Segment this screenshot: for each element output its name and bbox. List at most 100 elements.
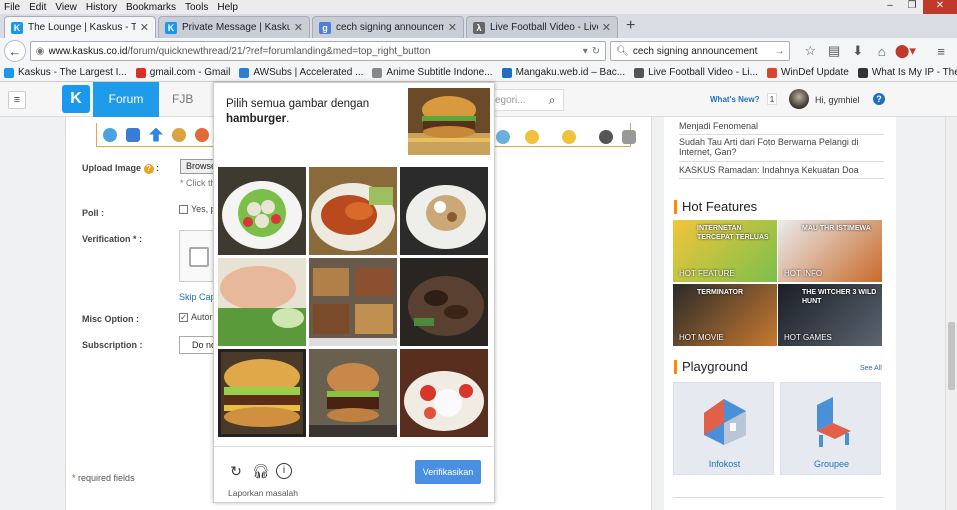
back-button[interactable]: ← [4,40,26,62]
report-problem-link[interactable]: Laporkan masalah [228,488,298,498]
address-bar[interactable]: ◉ www.kaskus.co.id/forum/quicknewthread/… [29,41,607,61]
captcha-tile-hamburger-2[interactable] [309,349,397,437]
captcha-tile-burrata-plate[interactable] [400,349,488,437]
captcha-tile-chicken-stew[interactable] [309,167,397,255]
category-select[interactable]: egori... [495,95,526,106]
tab-title: cech signing announceme... [336,22,444,33]
camera-icon[interactable] [622,130,636,144]
captcha-instruction: Pilih semua gambar dengan hamburger. [226,98,370,125]
reload-icon[interactable]: ↻ [592,46,600,57]
close-tab-icon[interactable]: ✕ [294,21,303,34]
kaskus-search[interactable]: egori... ⌕ [490,89,564,111]
notification-badge[interactable]: 1 [767,93,777,105]
menu-history[interactable]: History [86,2,117,13]
menu-view[interactable]: View [55,2,77,13]
playground-infokost[interactable]: Infokost [673,382,774,475]
verify-button[interactable]: Verifikasikan [415,460,481,484]
home-icon[interactable]: ⌂ [870,44,894,59]
see-all-link[interactable]: See All [860,365,882,372]
close-tab-icon[interactable]: ✕ [140,21,149,34]
cake-icon[interactable] [172,127,186,142]
help-icon[interactable]: ? [143,164,154,174]
hot-feature-tile[interactable]: TERMINATOR HOT MOVIE [673,284,777,346]
tab-live-football[interactable]: λ Live Football Video - Live S... ✕ [466,16,618,38]
page-scrollbar[interactable] [945,117,957,510]
menu-edit[interactable]: Edit [29,2,46,13]
audio-icon[interactable]: 🎧︎ [252,463,270,479]
bookmark-item[interactable]: AWSubs | Accelerated ... [239,67,363,78]
sidebar-link[interactable]: KASKUS Ramadan: Indahnya Kekuatan Doa [679,165,884,175]
nav-fjb[interactable]: FJB [172,82,193,117]
restore-icon[interactable]: ❐ [901,0,923,14]
bookmark-item[interactable]: What Is My IP - The IP ... [857,67,957,78]
menu-file[interactable]: File [4,2,20,13]
search-bar[interactable]: 🔍︎ cech signing announcement → [610,41,791,61]
kaskus-logo[interactable]: K [62,85,90,113]
avatar[interactable] [789,89,809,109]
bookmarks-list-icon[interactable]: ▤ [822,43,846,59]
bookmark-item[interactable]: WinDef Update [767,67,849,78]
bookmark-item[interactable]: gmail.com - Gmail [135,67,230,78]
scrollbar-thumb[interactable] [948,322,955,390]
close-window-icon[interactable]: ✕ [923,0,957,14]
poll-checkbox[interactable] [179,205,188,215]
dropdown-icon[interactable]: ▾ [583,46,588,57]
hot-feature-tile[interactable]: MAU THR ISTIMEWA HOT INFO [778,220,882,282]
menu-help[interactable]: Help [217,2,238,13]
nav-forum[interactable]: Forum [93,82,159,117]
captcha-tile-meat-platter[interactable] [400,258,488,346]
sidebar-link[interactable]: Sudah Tau Arti dari Foto Berwarna Pelang… [679,137,884,157]
new-tab-icon[interactable]: + [620,16,641,38]
recaptcha-checkbox[interactable] [189,247,209,267]
captcha-tile-salad-plate[interactable] [218,167,306,255]
tab-private-message[interactable]: K Private Message | Kaskus - ... ✕ [158,16,310,38]
globe-icon: ◉ [35,45,45,57]
shocked-icon[interactable] [525,130,539,144]
car-icon[interactable] [126,127,140,142]
poll-option[interactable]: Yes, p [179,204,216,215]
star-icon[interactable]: ☆ [798,43,822,59]
playground-groupee[interactable]: Groupee [780,382,881,475]
whats-new-link[interactable]: What's New? [710,95,759,104]
hamburger-menu-icon[interactable]: ≡ [8,91,26,109]
captcha-tile-hamburger-1[interactable] [218,349,306,437]
user-greeting[interactable]: Hi, gymhiel [815,95,860,105]
tab-the-lounge[interactable]: K The Lounge | Kaskus - The ... ✕ [4,16,156,38]
up-arrow-icon[interactable] [149,127,163,142]
menu-icon[interactable]: ≡ [929,44,953,59]
captcha-tile-hand-vegetables[interactable] [218,258,306,346]
bookmark-item[interactable]: Live Football Video - Li... [634,67,758,78]
help-icon[interactable]: ? [873,93,885,105]
hot-feature-tile[interactable]: INTERNETAN TERCEPAT TERLUAS HOT FEATURE [673,220,777,282]
captcha-tile-buffet-trays[interactable] [309,258,397,346]
bookmark-item[interactable]: Anime Subtitle Indone... [372,67,493,78]
smiley-icon[interactable] [103,127,117,142]
runner-icon: λ [473,21,485,34]
bomb-icon[interactable] [599,130,613,144]
bookmark-item[interactable]: Kaskus - The Largest I... [4,67,127,78]
reload-icon[interactable]: ↻ [228,463,244,479]
info-icon[interactable]: i [276,463,292,479]
search-input[interactable]: cech signing announcement [633,46,775,57]
playground-label: Groupee [813,459,850,469]
download-icon[interactable]: ⬇ [846,43,870,59]
adblock-icon[interactable]: ⬤▾ [894,43,918,59]
tab-google-search[interactable]: g cech signing announceme... ✕ [312,16,464,38]
bowl-icon[interactable] [195,127,209,142]
sidebar-link[interactable]: Menjadi Fenomenal [679,121,884,131]
captcha-tile-rice-dish[interactable] [400,167,488,255]
auto-checkbox[interactable]: ✓ [179,313,188,323]
menu-bookmarks[interactable]: Bookmarks [126,2,176,13]
close-tab-icon[interactable]: ✕ [448,21,457,34]
search-icon[interactable]: ⌕ [541,93,563,108]
misc-option[interactable]: ✓ Autor [179,312,213,323]
minimize-icon[interactable]: – [879,0,901,14]
close-tab-icon[interactable]: ✕ [602,21,611,34]
hot-feature-tile[interactable]: THE WITCHER 3 WILD HUNT HOT GAMES [778,284,882,346]
menu-tools[interactable]: Tools [185,2,208,13]
skip-captcha-link[interactable]: Skip Cap [179,292,216,302]
smiley-icon[interactable] [496,130,510,144]
go-arrow-icon[interactable]: → [774,46,784,57]
shy-icon[interactable] [562,130,576,144]
bookmark-item[interactable]: Mangaku.web.id – Bac... [501,67,625,78]
